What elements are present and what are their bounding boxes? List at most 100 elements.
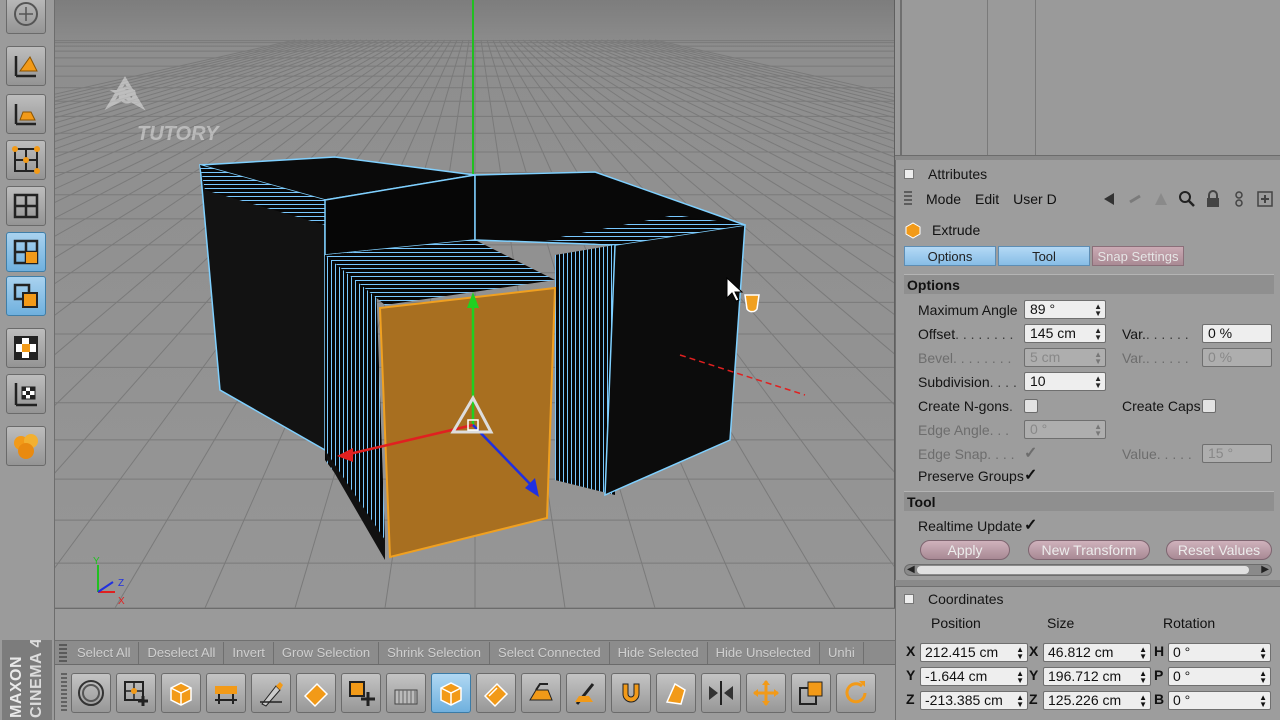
mirror-icon[interactable]: [701, 672, 741, 713]
offset-var-row: Var. . . . . . .: [1122, 324, 1189, 344]
model-tool-icon[interactable]: [6, 46, 46, 86]
cmd-hide-selected[interactable]: Hide Selected: [610, 641, 708, 664]
knife-icon[interactable]: [251, 672, 291, 713]
workplane-icon[interactable]: [6, 374, 46, 414]
apply-button[interactable]: Apply: [920, 540, 1010, 560]
create-ngons-checkbox[interactable]: [1024, 399, 1038, 413]
3d-viewport[interactable]: TUTORY Y X Z: [55, 0, 895, 608]
spinner-icon[interactable]: ▲ ▼: [1016, 694, 1024, 709]
matrix-extrude-icon[interactable]: [386, 672, 426, 713]
pos-x-field[interactable]: 212.415 cm ▲ ▼: [920, 643, 1028, 662]
lock-icon[interactable]: [1204, 190, 1222, 208]
spinner-icon[interactable]: ▲ ▼: [1139, 694, 1147, 709]
scroll-right-icon[interactable]: ▶: [1261, 564, 1269, 575]
size-x-field[interactable]: 46.812 cm ▲ ▼: [1043, 643, 1151, 662]
size-z-field[interactable]: 125.226 cm ▲ ▼: [1043, 691, 1151, 710]
realtime-update-checkbox[interactable]: ✓: [1024, 518, 1038, 534]
forward-arrow-icon[interactable]: [1126, 190, 1144, 208]
bevel-icon[interactable]: [296, 672, 336, 713]
cinema4d-logo-icon[interactable]: [6, 0, 46, 34]
tool-section-title[interactable]: Tool: [904, 491, 1274, 511]
iron-icon[interactable]: [521, 672, 561, 713]
search-icon[interactable]: [1178, 190, 1196, 208]
cmd-shrink-selection[interactable]: Shrink Selection: [379, 641, 491, 664]
cmd-deselect-all[interactable]: Deselect All: [139, 641, 225, 664]
menu-edit[interactable]: Edit: [975, 191, 999, 207]
horizontal-scrollbar[interactable]: ◀ ▶: [904, 564, 1272, 576]
link-icon[interactable]: [1230, 190, 1248, 208]
snap-icon[interactable]: [6, 328, 46, 368]
menu-grip[interactable]: [904, 191, 912, 207]
new-transform-button[interactable]: New Transform: [1028, 540, 1150, 560]
options-section-title[interactable]: Options: [904, 274, 1274, 294]
spinner-icon[interactable]: ▲ ▼: [1139, 646, 1147, 661]
cmd-select-connected[interactable]: Select Connected: [490, 641, 610, 664]
spinner-icon[interactable]: ▲ ▼: [1094, 375, 1102, 390]
up-arrow-icon[interactable]: [1152, 190, 1170, 208]
preserve-groups-row: Preserve Groups: [918, 466, 1024, 486]
live-selection-icon[interactable]: [71, 672, 111, 713]
spinner-icon[interactable]: ▲ ▼: [1016, 646, 1024, 661]
new-window-icon[interactable]: [1256, 190, 1274, 208]
pos-y-field[interactable]: -1.644 cm ▲ ▼: [920, 667, 1028, 686]
cmd-grow-selection[interactable]: Grow Selection: [274, 641, 380, 664]
spinner-icon[interactable]: ▲ ▼: [1094, 327, 1102, 342]
rot-p-field[interactable]: 0 ° ▲ ▼: [1168, 667, 1271, 686]
offset-field[interactable]: 145 cm ▲ ▼: [1024, 324, 1106, 343]
pos-z-field[interactable]: -213.385 cm ▲ ▼: [920, 691, 1028, 710]
value-label: Value: [1122, 446, 1157, 462]
offset-var-field[interactable]: 0 %: [1202, 324, 1272, 343]
magnet-icon[interactable]: [611, 672, 651, 713]
menu-user-data[interactable]: User D: [1013, 191, 1057, 207]
max-angle-field[interactable]: 89 ° ▲ ▼: [1024, 300, 1106, 319]
tab-tool[interactable]: Tool: [998, 246, 1090, 266]
preserve-groups-checkbox[interactable]: ✓: [1024, 468, 1038, 484]
size-header: Size: [1047, 615, 1075, 631]
texture-tool-icon[interactable]: [6, 94, 46, 134]
polygons-mode-icon[interactable]: [6, 232, 46, 272]
bridge-icon[interactable]: [206, 672, 246, 713]
spinner-icon[interactable]: ▲ ▼: [1259, 694, 1267, 709]
object-axis-icon[interactable]: [6, 276, 46, 316]
cmd-invert[interactable]: Invert: [224, 641, 274, 664]
slide-icon[interactable]: [656, 672, 696, 713]
pos-z-value: -213.385 cm: [925, 692, 1003, 708]
subdivision-field[interactable]: 10 ▲ ▼: [1024, 372, 1106, 391]
scroll-left-icon[interactable]: ◀: [907, 564, 915, 575]
extrude-icon[interactable]: [431, 672, 471, 713]
toolbar-grip[interactable]: [61, 672, 67, 713]
brush-icon[interactable]: [566, 672, 606, 713]
edges-mode-icon[interactable]: [6, 186, 46, 226]
back-arrow-icon[interactable]: [1100, 190, 1118, 208]
create-caps-checkbox[interactable]: [1202, 399, 1216, 413]
cmd-hide-unselected[interactable]: Hide Unselected: [708, 641, 820, 664]
cmd-select-all[interactable]: Select All: [69, 641, 140, 664]
size-y-field[interactable]: 196.712 cm ▲ ▼: [1043, 667, 1151, 686]
rot-h-field[interactable]: 0 ° ▲ ▼: [1168, 643, 1271, 662]
scale-icon[interactable]: [791, 672, 831, 713]
toolbar-grip[interactable]: [59, 643, 67, 662]
rotate-icon[interactable]: [836, 672, 876, 713]
tab-snap-settings[interactable]: Snap Settings: [1092, 246, 1184, 266]
smooth-shift-icon[interactable]: [476, 672, 516, 713]
rot-b-field[interactable]: 0 ° ▲ ▼: [1168, 691, 1271, 710]
spinner-icon[interactable]: ▲ ▼: [1016, 670, 1024, 685]
objects-manager[interactable]: [895, 0, 1280, 160]
move-icon[interactable]: [746, 672, 786, 713]
panel-square-icon[interactable]: [904, 594, 914, 604]
scrollbar-thumb[interactable]: [917, 566, 1249, 574]
panel-square-icon[interactable]: [904, 169, 914, 179]
tab-options[interactable]: Options: [904, 246, 996, 266]
spinner-icon[interactable]: ▲ ▼: [1259, 670, 1267, 685]
cmd-unhide[interactable]: Unhi: [820, 641, 864, 664]
add-polygon-icon[interactable]: [341, 672, 381, 713]
menu-mode[interactable]: Mode: [926, 191, 961, 207]
sculpt-icon[interactable]: [6, 426, 46, 466]
spinner-icon[interactable]: ▲ ▼: [1139, 670, 1147, 685]
add-points-icon[interactable]: [116, 672, 156, 713]
points-mode-icon[interactable]: [6, 140, 46, 180]
reset-values-button[interactable]: Reset Values: [1166, 540, 1272, 560]
extrude-inner-icon[interactable]: [161, 672, 201, 713]
spinner-icon[interactable]: ▲ ▼: [1259, 646, 1267, 661]
spinner-icon[interactable]: ▲ ▼: [1094, 303, 1102, 318]
